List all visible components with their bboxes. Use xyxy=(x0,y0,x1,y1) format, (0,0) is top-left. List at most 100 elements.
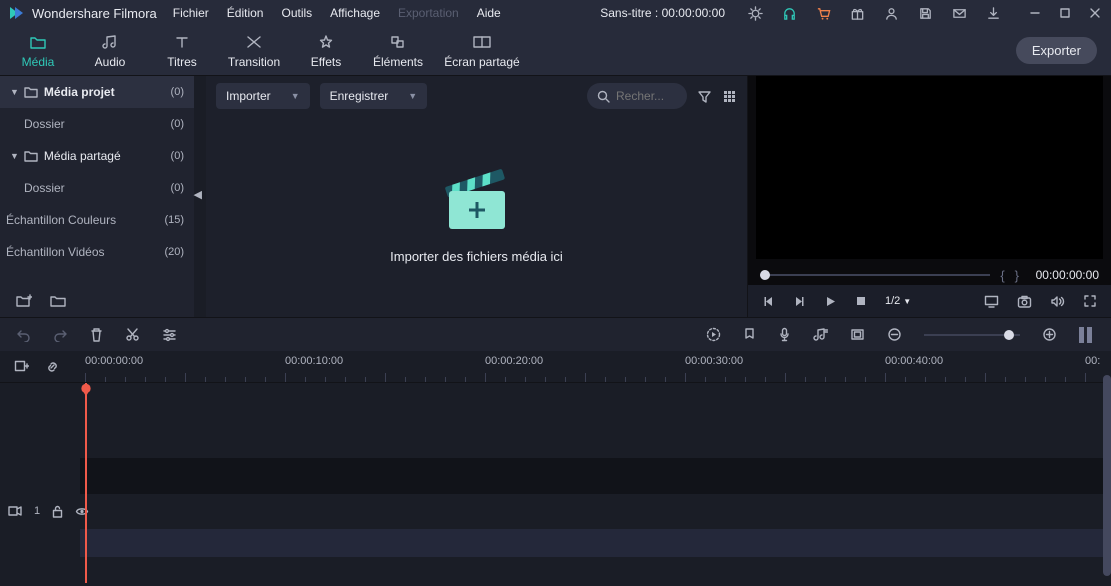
crop-icon[interactable] xyxy=(850,328,865,341)
voiceover-icon[interactable] xyxy=(778,327,791,342)
stop-icon[interactable] xyxy=(855,295,867,307)
chevron-down-icon: ▼ xyxy=(10,87,19,97)
record-dropdown[interactable]: Enregistrer▼ xyxy=(320,83,428,109)
cart-icon[interactable] xyxy=(815,5,831,21)
tab-elements[interactable]: Éléments xyxy=(362,32,434,69)
sidebar-videos-count: (20) xyxy=(164,246,184,258)
menu-view[interactable]: Affichage xyxy=(330,6,380,20)
step-back-icon[interactable] xyxy=(762,295,775,308)
close-icon[interactable] xyxy=(1087,5,1103,21)
media-drop-zone[interactable]: Importer des fichiers média ici xyxy=(206,116,747,317)
sidebar-shared-label: Média partagé xyxy=(44,149,121,163)
track-video-icon[interactable] xyxy=(8,505,22,517)
download-icon[interactable] xyxy=(985,5,1001,21)
display-icon[interactable] xyxy=(984,295,999,308)
snapshot-icon[interactable] xyxy=(1017,295,1032,308)
play-icon[interactable] xyxy=(824,295,837,308)
tab-transition[interactable]: Transition xyxy=(218,32,290,69)
cut-icon[interactable] xyxy=(125,327,140,342)
sidebar-videos[interactable]: Échantillon Vidéos (20) xyxy=(0,236,194,268)
playhead[interactable] xyxy=(85,383,87,583)
tab-audio[interactable]: Audio xyxy=(74,32,146,69)
fullscreen-icon[interactable] xyxy=(1083,294,1097,308)
delete-icon[interactable] xyxy=(90,327,103,342)
grid-icon[interactable] xyxy=(722,89,737,104)
zoom-slider[interactable] xyxy=(924,334,1020,336)
tab-media[interactable]: Média xyxy=(2,32,74,69)
fit-zoom-icon[interactable] xyxy=(1079,327,1095,343)
preview-quality[interactable]: 1/2▼ xyxy=(885,295,911,307)
app-title: Wondershare Filmora xyxy=(32,6,157,21)
redo-icon[interactable] xyxy=(53,328,68,342)
undo-icon[interactable] xyxy=(16,328,31,342)
scrub-handle[interactable] xyxy=(760,270,770,280)
save-icon[interactable] xyxy=(917,5,933,21)
zoom-out-icon[interactable] xyxy=(887,327,902,342)
clapper-icon xyxy=(435,169,519,233)
playhead-handle[interactable] xyxy=(80,383,93,397)
tab-titles[interactable]: Titres xyxy=(146,32,218,69)
folder-button[interactable] xyxy=(50,294,66,308)
link-icon[interactable] xyxy=(45,360,60,374)
add-media-icon[interactable] xyxy=(14,360,29,374)
mark-in-icon[interactable]: { xyxy=(1000,268,1004,283)
headphones-icon[interactable] xyxy=(781,5,797,21)
maximize-icon[interactable] xyxy=(1057,5,1073,21)
mark-out-icon[interactable]: } xyxy=(1015,268,1019,283)
menu-edit[interactable]: Édition xyxy=(227,6,264,20)
filter-icon[interactable] xyxy=(697,89,712,104)
drop-text: Importer des fichiers média ici xyxy=(390,249,563,264)
sidebar-colors[interactable]: Échantillon Couleurs (15) xyxy=(0,204,194,236)
main-menu: Fichier Édition Outils Affichage Exporta… xyxy=(173,6,501,20)
menu-help[interactable]: Aide xyxy=(477,6,501,20)
minimize-icon[interactable] xyxy=(1027,5,1043,21)
timeline-body[interactable]: 00:00:00:00 00:00:10:00 00:00:20:00 00:0… xyxy=(80,351,1111,586)
tab-splitscreen[interactable]: Écran partagé xyxy=(434,32,530,69)
timeline-tracks[interactable] xyxy=(80,383,1111,583)
menu-tools[interactable]: Outils xyxy=(281,6,312,20)
export-button[interactable]: Exporter xyxy=(1016,37,1097,64)
preview-scrubber[interactable] xyxy=(760,274,990,276)
zoom-in-icon[interactable] xyxy=(1042,327,1057,342)
sidebar-project-folder[interactable]: Dossier (0) xyxy=(0,108,194,140)
sidebar-project-folder-label: Dossier xyxy=(24,117,65,131)
search-box[interactable] xyxy=(587,83,687,109)
user-icon[interactable] xyxy=(883,5,899,21)
search-input[interactable] xyxy=(616,89,676,103)
sidebar-collapse-icon[interactable]: ◀ xyxy=(194,188,202,201)
timeline-scrollbar[interactable] xyxy=(1103,375,1111,576)
preview-video[interactable] xyxy=(756,76,1103,259)
menu-file[interactable]: Fichier xyxy=(173,6,209,20)
media-toolbar: Importer▼ Enregistrer▼ xyxy=(206,76,747,116)
import-dropdown[interactable]: Importer▼ xyxy=(216,83,310,109)
gift-icon[interactable] xyxy=(849,5,865,21)
app-logo xyxy=(8,5,24,21)
media-sidebar: ▼ Média projet (0) Dossier (0) ▼ Média p… xyxy=(0,76,194,317)
new-folder-button[interactable] xyxy=(16,294,32,308)
volume-icon[interactable] xyxy=(1050,295,1065,308)
sun-icon[interactable] xyxy=(747,5,763,21)
ruler-label: 00:00:10:00 xyxy=(285,355,343,367)
step-forward-icon[interactable] xyxy=(793,295,806,308)
titlebar: Wondershare Filmora Fichier Édition Outi… xyxy=(0,0,1111,26)
media-panel: Importer▼ Enregistrer▼ Importer des fich… xyxy=(206,76,748,317)
mixer-icon[interactable] xyxy=(813,327,828,342)
zoom-slider-handle[interactable] xyxy=(1004,330,1014,340)
sidebar-shared-media[interactable]: ▼ Média partagé (0) xyxy=(0,140,194,172)
sidebar-shared-folder[interactable]: Dossier (0) xyxy=(0,172,194,204)
sidebar-project-media[interactable]: ▼ Média projet (0) xyxy=(0,76,194,108)
search-icon xyxy=(597,90,610,103)
lock-icon[interactable] xyxy=(52,505,63,518)
timeline-ruler[interactable]: 00:00:00:00 00:00:10:00 00:00:20:00 00:0… xyxy=(80,351,1111,383)
track-lane[interactable] xyxy=(80,529,1111,557)
render-icon[interactable] xyxy=(706,327,721,342)
mail-icon[interactable] xyxy=(951,5,967,21)
marker-icon[interactable] xyxy=(743,327,756,342)
settings-icon[interactable] xyxy=(162,328,177,342)
sidebar-project-count: (0) xyxy=(171,86,184,98)
sidebar-shared-folder-label: Dossier xyxy=(24,181,65,195)
tab-effects[interactable]: Effets xyxy=(290,32,362,69)
sidebar-project-label: Média projet xyxy=(44,85,115,99)
ruler-label: 00: xyxy=(1085,355,1100,367)
track-number: 1 xyxy=(34,505,40,517)
